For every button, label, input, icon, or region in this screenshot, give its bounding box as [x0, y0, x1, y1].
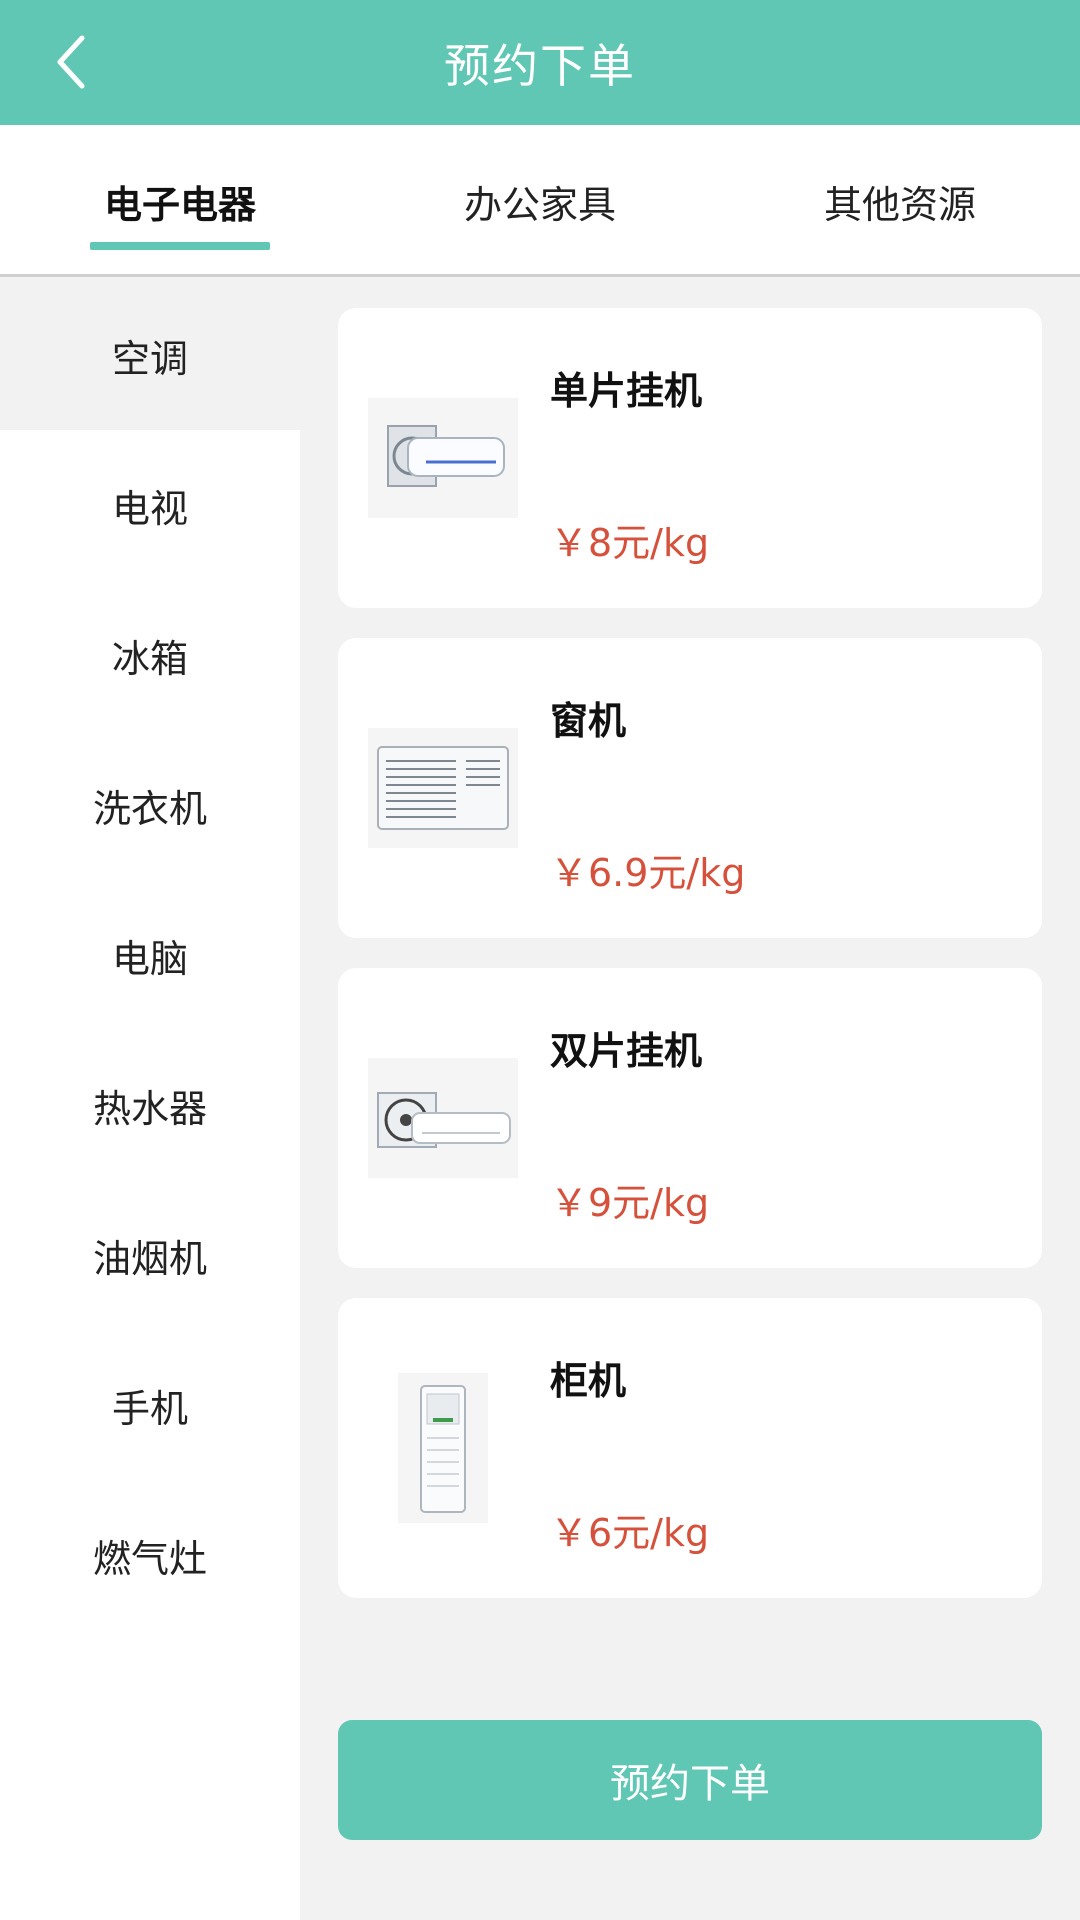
tab-label: 办公家具 — [463, 182, 616, 227]
sidebar-item-fridge[interactable]: 冰箱 — [0, 580, 300, 730]
floor-standing-ac-icon — [398, 1373, 488, 1523]
submit-order-button[interactable]: 预约下单 — [338, 1720, 1042, 1840]
product-name: 单片挂机 — [550, 369, 703, 413]
subcategory-sidebar: 空调 电视 冰箱 洗衣机 电脑 热水器 油烟机 手机 燃气灶 — [0, 280, 300, 1920]
sidebar-item-air-conditioner[interactable]: 空调 — [0, 280, 300, 430]
window-ac-icon — [368, 728, 518, 848]
product-price: ￥6.9元/kg — [550, 851, 746, 895]
product-name: 柜机 — [550, 1359, 627, 1403]
sidebar-item-range-hood[interactable]: 油烟机 — [0, 1180, 300, 1330]
tab-label: 其他资源 — [823, 182, 976, 227]
product-list: 单片挂机 ￥8元/kg 窗机 ￥6.9元/kg 双片挂机 ￥9元/kg 柜机 ￥… — [338, 308, 1042, 1628]
tab-electronics[interactable]: 电子电器 — [60, 125, 300, 277]
sidebar-item-phone[interactable]: 手机 — [0, 1330, 300, 1480]
product-price: ￥6元/kg — [550, 1511, 710, 1555]
active-tab-indicator — [90, 242, 270, 250]
tab-office-furniture[interactable]: 办公家具 — [420, 125, 660, 277]
product-card[interactable]: 单片挂机 ￥8元/kg — [338, 308, 1042, 608]
chevron-left-icon — [57, 35, 85, 89]
sidebar-item-tv[interactable]: 电视 — [0, 430, 300, 580]
tab-label: 电子电器 — [103, 182, 256, 227]
product-card[interactable]: 柜机 ￥6元/kg — [338, 1298, 1042, 1598]
split-wall-ac-icon — [368, 398, 518, 518]
product-name: 窗机 — [550, 699, 627, 743]
product-card[interactable]: 窗机 ￥6.9元/kg — [338, 638, 1042, 938]
tab-other-resources[interactable]: 其他资源 — [780, 125, 1020, 277]
sidebar-item-water-heater[interactable]: 热水器 — [0, 1030, 300, 1180]
back-button[interactable] — [40, 30, 104, 94]
page-title: 预约下单 — [444, 38, 636, 93]
sidebar-item-gas-stove[interactable]: 燃气灶 — [0, 1480, 300, 1630]
category-tabs: 电子电器 办公家具 其他资源 — [0, 125, 1080, 277]
dual-split-ac-icon — [368, 1058, 518, 1178]
product-name: 双片挂机 — [550, 1029, 703, 1073]
product-card[interactable]: 双片挂机 ￥9元/kg — [338, 968, 1042, 1268]
product-price: ￥9元/kg — [550, 1181, 710, 1225]
sidebar-item-computer[interactable]: 电脑 — [0, 880, 300, 1030]
sidebar-item-washer[interactable]: 洗衣机 — [0, 730, 300, 880]
header-bar: 预约下单 — [0, 0, 1080, 125]
product-price: ￥8元/kg — [550, 521, 710, 565]
